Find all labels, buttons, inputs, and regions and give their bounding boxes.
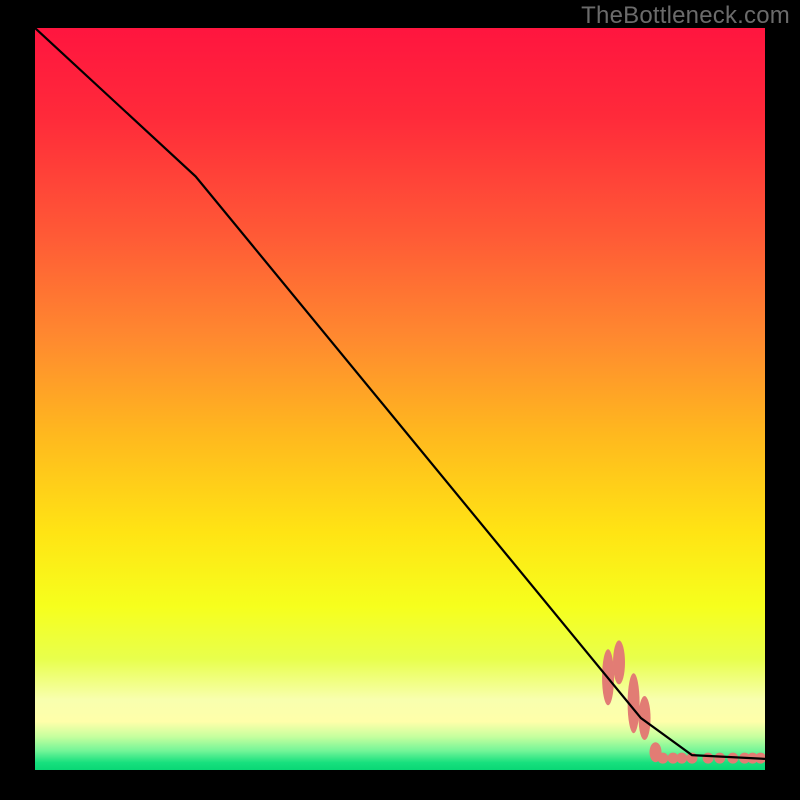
data-dot	[676, 753, 687, 764]
chart-svg	[35, 28, 765, 770]
data-dot	[657, 753, 668, 764]
data-dot	[703, 753, 714, 764]
plot-area	[35, 28, 765, 770]
data-dot	[613, 640, 625, 684]
data-dot	[714, 753, 725, 764]
watermark-text: TheBottleneck.com	[581, 2, 790, 30]
chart-frame: TheBottleneck.com	[0, 0, 800, 800]
gradient-background	[35, 28, 765, 770]
